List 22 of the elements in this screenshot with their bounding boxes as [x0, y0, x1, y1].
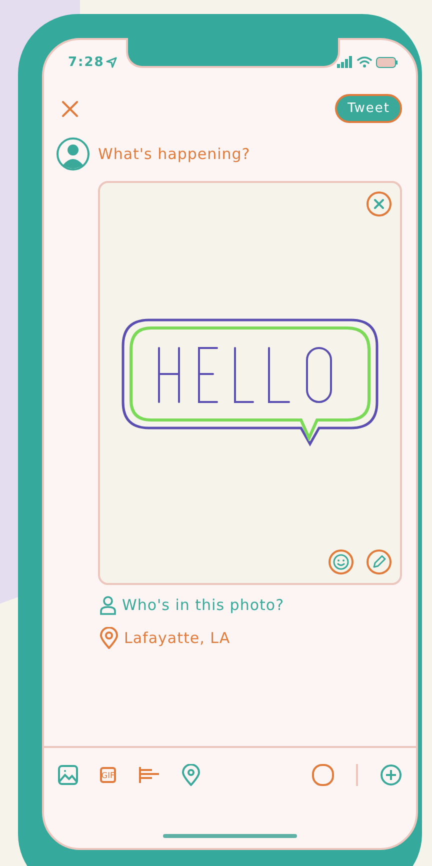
character-counter-icon	[312, 764, 334, 786]
location-arrow-icon	[106, 56, 118, 68]
close-icon[interactable]	[62, 100, 78, 116]
add-icon[interactable]	[380, 764, 402, 786]
signal-icon	[337, 56, 353, 68]
status-time: 7:28	[68, 54, 104, 70]
gif-button[interactable]: GIF	[100, 767, 116, 783]
tweet-button[interactable]: Tweet	[335, 94, 402, 123]
avatar-icon	[56, 137, 90, 171]
pencil-icon[interactable]	[366, 549, 392, 575]
wifi-icon	[357, 56, 372, 68]
poll-icon[interactable]	[138, 766, 160, 784]
person-icon	[100, 595, 116, 615]
image-icon[interactable]	[58, 765, 78, 785]
close-icon[interactable]	[366, 191, 392, 217]
tag-people-link[interactable]: Who's in this photo?	[122, 596, 284, 614]
map-pin-icon	[100, 627, 118, 649]
location-link[interactable]: Lafayatte, LA	[124, 629, 230, 647]
battery-icon	[376, 56, 398, 68]
smiley-icon[interactable]	[328, 549, 354, 575]
tweet-input-placeholder[interactable]: What's happening?	[98, 145, 250, 163]
map-pin-icon[interactable]	[182, 764, 200, 786]
